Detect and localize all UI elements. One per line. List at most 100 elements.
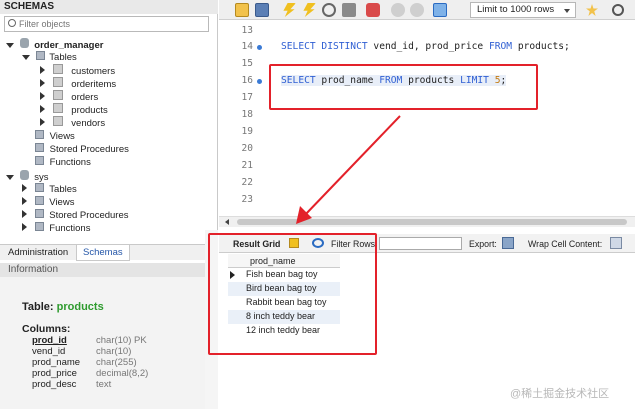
collapse-arrow-icon[interactable]	[22, 210, 27, 218]
statement-marker-icon	[257, 79, 262, 84]
table-icon	[52, 103, 63, 113]
toggle-error-icon[interactable]	[366, 3, 380, 17]
watermark: @稀土掘金技术社区	[510, 388, 610, 400]
arrow-head	[296, 206, 312, 224]
folder-icon	[34, 222, 44, 231]
export-label: Export:	[469, 239, 497, 249]
tree-views-node[interactable]: Views	[35, 130, 75, 142]
database-icon	[19, 38, 29, 48]
tree-sys-views-node[interactable]: Views	[22, 196, 74, 208]
wrap-cell-icon[interactable]	[610, 237, 622, 249]
statement-marker-icon	[257, 45, 262, 50]
info-columns-list: prod_id char(10) PK vend_id char(10) prod_…	[32, 335, 148, 390]
table-icon	[52, 77, 63, 87]
tree-table-orders[interactable]: orders	[40, 90, 98, 103]
limit-rows-value: Limit to 1000 rows	[477, 4, 555, 15]
explain-magnifier-icon[interactable]	[322, 3, 336, 17]
folder-icon	[35, 143, 44, 152]
info-table-line: Table: products	[22, 301, 104, 313]
line-number: 20	[241, 143, 253, 154]
tree-sys-stored-procedures-node[interactable]: Stored Procedures	[22, 209, 129, 221]
expand-arrow-icon[interactable]	[6, 175, 14, 180]
expand-arrow-icon[interactable]	[22, 55, 30, 60]
save-icon[interactable]	[255, 3, 269, 17]
schema-sys[interactable]: sys	[6, 170, 49, 183]
table-label: orderitems	[71, 79, 117, 90]
limit-rows-select[interactable]: Limit to 1000 rows	[470, 2, 576, 18]
tree-table-products[interactable]: products	[40, 103, 108, 116]
find-icon[interactable]	[612, 4, 624, 16]
rollback-icon[interactable]	[410, 3, 424, 17]
column-name: vend_id	[32, 346, 66, 357]
search-icon	[8, 19, 16, 27]
collapse-arrow-icon[interactable]	[40, 66, 45, 74]
export-icon[interactable]	[502, 237, 514, 249]
code-line-14[interactable]: SELECT DISTINCT vend_id, prod_price FROM…	[281, 41, 570, 52]
folder-icon	[35, 130, 44, 139]
collapse-arrow-icon[interactable]	[40, 118, 45, 126]
line-number: 16	[241, 75, 253, 86]
tree-sys-tables-node[interactable]: Tables	[22, 183, 77, 195]
stored-procedures-label: Stored Procedures	[49, 144, 129, 155]
tree-table-customers[interactable]: customers	[40, 64, 115, 77]
auto-commit-icon[interactable]	[433, 3, 447, 17]
collapse-arrow-icon[interactable]	[22, 223, 27, 231]
editor-horizontal-scrollbar[interactable]	[219, 216, 635, 227]
info-table-label: Table:	[22, 301, 54, 313]
column-row: prod_desc text	[32, 379, 148, 390]
filter-rows-input[interactable]	[379, 237, 462, 250]
folder-icon	[34, 209, 44, 218]
line-number: 15	[241, 58, 253, 69]
tables-label: Tables	[49, 52, 77, 63]
tree-table-vendors[interactable]: vendors	[40, 116, 105, 129]
collapse-arrow-icon[interactable]	[22, 184, 27, 192]
line-number: 22	[241, 177, 253, 188]
sql-editor[interactable]: 13 14 SELECT DISTINCT vend_id, prod_pric…	[219, 20, 635, 216]
execute-lightning-icon[interactable]	[283, 3, 296, 17]
information-panel: Table: products Columns: prod_id char(10)…	[0, 277, 205, 409]
tree-stored-procedures-node[interactable]: Stored Procedures	[35, 143, 129, 155]
tab-administration[interactable]: Administration	[8, 247, 68, 258]
navigator-tabs: Administration Schemas	[0, 244, 218, 261]
tree-functions-node[interactable]: Functions	[35, 156, 91, 168]
annotation-box-result	[208, 233, 377, 355]
open-file-icon[interactable]	[235, 3, 249, 17]
filter-objects-input[interactable]	[19, 18, 204, 30]
stop-icon[interactable]	[342, 3, 356, 17]
tree-tables-node[interactable]: Tables	[22, 51, 77, 63]
tab-schemas[interactable]: Schemas	[76, 245, 130, 261]
column-type: char(255)	[96, 357, 137, 368]
expand-arrow-icon[interactable]	[6, 43, 14, 48]
database-icon	[19, 170, 29, 180]
wrap-cell-label: Wrap Cell Content:	[528, 239, 603, 249]
column-row: prod_id char(10) PK	[32, 335, 148, 346]
scroll-left-icon[interactable]	[225, 219, 229, 225]
column-type: decimal(8,2)	[96, 368, 149, 379]
column-type: char(10) PK	[96, 335, 147, 346]
table-icon	[52, 90, 63, 100]
chevron-down-icon	[564, 9, 570, 13]
tree-table-orderitems[interactable]: orderitems	[40, 77, 116, 90]
schema-order-manager[interactable]: order_manager	[6, 38, 103, 51]
table-label: customers	[71, 66, 116, 77]
table-label: orders	[71, 92, 99, 103]
folder-icon	[35, 51, 45, 60]
tables-label: Tables	[49, 184, 77, 195]
views-label: Views	[49, 197, 75, 208]
folder-icon	[34, 183, 44, 192]
commit-icon[interactable]	[391, 3, 405, 17]
info-table-name: products	[56, 301, 104, 313]
execute-statement-icon[interactable]	[303, 3, 316, 17]
column-row: prod_name char(255)	[32, 357, 148, 368]
line-number: 19	[241, 126, 253, 137]
collapse-arrow-icon[interactable]	[40, 92, 45, 100]
sql-keyword: SELECT DISTINCT	[281, 41, 368, 52]
tree-sys-functions-node[interactable]: Functions	[22, 222, 90, 234]
functions-label: Functions	[49, 223, 91, 234]
table-icon	[52, 116, 63, 126]
filter-objects-field[interactable]	[4, 16, 209, 32]
line-number: 18	[241, 109, 253, 120]
collapse-arrow-icon[interactable]	[22, 197, 27, 205]
collapse-arrow-icon[interactable]	[40, 79, 45, 87]
collapse-arrow-icon[interactable]	[40, 105, 45, 113]
